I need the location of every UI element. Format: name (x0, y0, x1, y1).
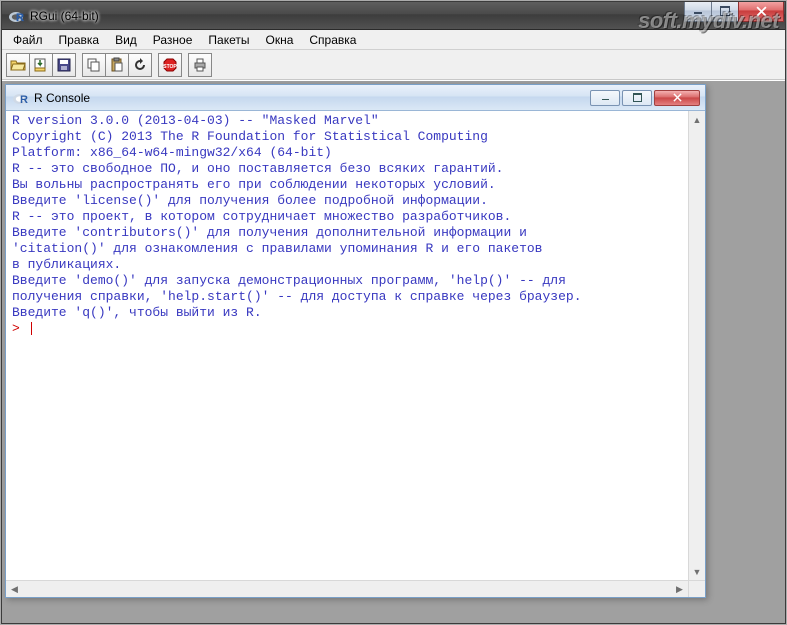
tb-copy-button[interactable] (82, 53, 106, 77)
window-controls (684, 2, 784, 22)
scroll-down-icon[interactable]: ▼ (689, 563, 705, 580)
console-line: Введите 'license()' для получения более … (12, 193, 682, 209)
menu-misc[interactable]: Разное (146, 31, 200, 49)
tb-save-button[interactable] (52, 53, 76, 77)
scroll-corner (688, 581, 705, 597)
console-body: R version 3.0.0 (2013-04-03) -- "Masked … (6, 111, 705, 580)
console-titlebar[interactable]: R R Console (6, 85, 705, 111)
console-output[interactable]: R version 3.0.0 (2013-04-03) -- "Masked … (6, 111, 688, 580)
console-line: R -- это свободное ПО, и оно поставляетс… (12, 161, 682, 177)
tb-refresh-button[interactable] (128, 53, 152, 77)
menu-packages[interactable]: Пакеты (201, 31, 256, 49)
console-line: получения справки, 'help.start()' -- для… (12, 289, 682, 305)
menu-windows[interactable]: Окна (259, 31, 301, 49)
menu-edit[interactable]: Правка (52, 31, 107, 49)
main-window: R RGui (64-bit) Файл Правка Вид Разное П… (1, 1, 786, 624)
menu-file[interactable]: Файл (6, 31, 50, 49)
console-line: R version 3.0.0 (2013-04-03) -- "Masked … (12, 113, 682, 129)
r-logo-icon: R (12, 90, 28, 106)
console-line: в публикациях. (12, 257, 682, 273)
maximize-button[interactable] (711, 2, 739, 22)
console-line: Вы вольны распространять его при соблюде… (12, 177, 682, 193)
titlebar[interactable]: R RGui (64-bit) (2, 2, 785, 30)
horizontal-scrollbar[interactable]: ◀ ▶ (6, 580, 705, 597)
svg-text:R: R (16, 12, 24, 24)
menu-help[interactable]: Справка (302, 31, 363, 49)
console-window: R R Console R version 3.0.0 (2013-04-03)… (5, 84, 706, 598)
svg-text:R: R (20, 94, 28, 106)
menubar: Файл Правка Вид Разное Пакеты Окна Справ… (2, 30, 785, 50)
tb-stop-button[interactable]: STOP (158, 53, 182, 77)
console-close-button[interactable] (654, 90, 700, 106)
tb-load-workspace-button[interactable] (29, 53, 53, 77)
console-line: 'citation()' для ознакомления с правилам… (12, 241, 682, 257)
vertical-scrollbar[interactable]: ▲ ▼ (688, 111, 705, 580)
scroll-up-icon[interactable]: ▲ (689, 111, 705, 128)
console-line: Введите 'q()', чтобы выйти из R. (12, 305, 682, 321)
scroll-track[interactable] (23, 581, 671, 597)
console-line: Platform: x86_64-w64-mingw32/x64 (64-bit… (12, 145, 682, 161)
window-title: RGui (64-bit) (30, 9, 99, 23)
tb-paste-button[interactable] (105, 53, 129, 77)
console-line: Copyright (C) 2013 The R Foundation for … (12, 129, 682, 145)
console-line: Введите 'contributors()' для получения д… (12, 225, 682, 241)
console-prompt[interactable]: > (12, 321, 682, 337)
text-cursor-icon (31, 322, 32, 335)
console-line: Введите 'demo()' для запуска демонстраци… (12, 273, 682, 289)
console-line: R -- это проект, в котором сотрудничает … (12, 209, 682, 225)
mdi-client-area: R R Console R version 3.0.0 (2013-04-03)… (2, 80, 785, 623)
scroll-track[interactable] (689, 128, 705, 563)
r-logo-icon: R (8, 8, 24, 24)
console-maximize-button[interactable] (622, 90, 652, 106)
scroll-right-icon[interactable]: ▶ (671, 581, 688, 597)
menu-view[interactable]: Вид (108, 31, 144, 49)
close-button[interactable] (738, 2, 784, 22)
console-title: R Console (34, 91, 90, 105)
minimize-button[interactable] (684, 2, 712, 22)
console-minimize-button[interactable] (590, 90, 620, 106)
console-controls (590, 90, 700, 106)
tb-open-button[interactable] (6, 53, 30, 77)
toolbar: STOP (2, 50, 785, 80)
svg-text:STOP: STOP (163, 64, 177, 70)
scroll-left-icon[interactable]: ◀ (6, 581, 23, 597)
tb-print-button[interactable] (188, 53, 212, 77)
